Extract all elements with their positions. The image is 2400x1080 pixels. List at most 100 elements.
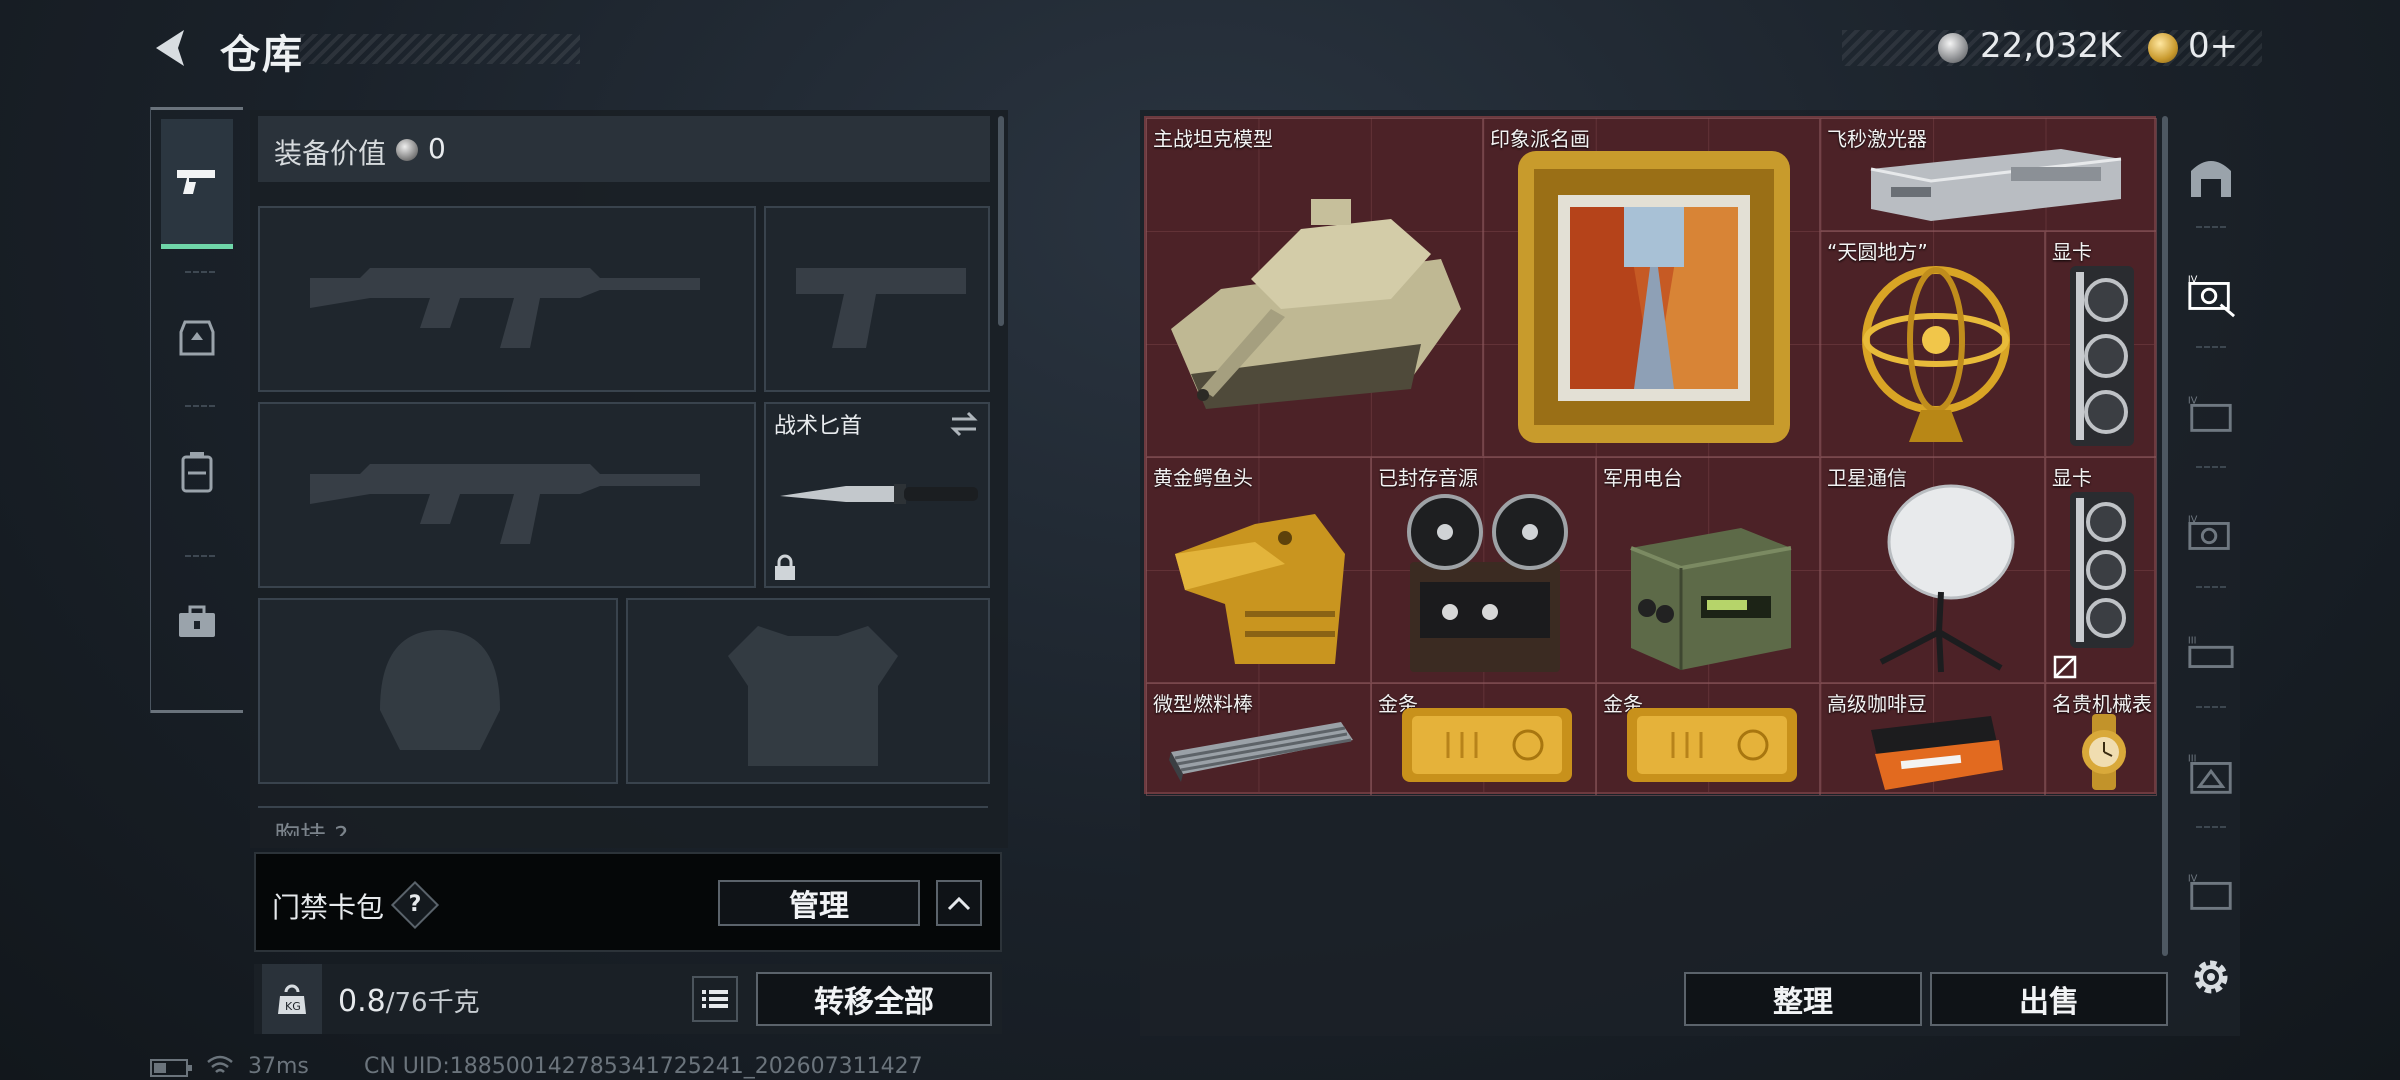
knife-slot[interactable]: 战术匕首 — [764, 402, 990, 588]
weight-readout: 0.8/76千克 — [338, 982, 480, 1019]
keycard-wallet-label: 门禁卡包 — [272, 891, 385, 924]
list-icon — [702, 990, 728, 1008]
weight-max: /76千克 — [385, 988, 480, 1018]
stash-box-icon: IV — [2188, 873, 2232, 910]
stash-page-tab[interactable]: IV — [2186, 510, 2236, 560]
golden-crocodile-icon — [1175, 514, 1345, 664]
reel-to-reel-icon — [1407, 494, 1568, 672]
equipment-value-label: 装备价值 — [274, 137, 387, 170]
silver-coin-icon — [1938, 33, 1968, 63]
helmet-silhouette-icon — [380, 630, 500, 750]
svg-text:KG: KG — [285, 1000, 301, 1013]
tab-armor[interactable] — [161, 273, 233, 403]
stash-item-military-radio[interactable]: 军用电台 — [1596, 457, 1820, 683]
stash-page-4-tab[interactable]: IV — [2186, 270, 2236, 320]
stash-item-golden-crocodile-head[interactable]: 黄金鳄鱼头 — [1146, 457, 1371, 683]
svg-text:IV: IV — [2188, 275, 2198, 286]
stash-grid: 主战坦克模型 印象派名画 飞秒激光器 “天圆地方” 显卡 黄金鳄鱼头 已封存音源… — [1144, 116, 2157, 796]
chevron-up-icon — [947, 896, 971, 911]
stash-page-tab[interactable]: III — [2186, 750, 2236, 800]
tab-medical[interactable] — [161, 557, 233, 687]
stash-page-tab[interactable]: IV — [2186, 868, 2236, 918]
stash-item-armillary-sphere[interactable]: “天圆地方” — [1820, 231, 2045, 457]
stash-item-impressionist-painting[interactable]: 印象派名画 — [1483, 118, 1820, 457]
loadout-scrollbar[interactable] — [998, 116, 1004, 326]
manage-button[interactable]: 管理 — [718, 880, 920, 926]
lock-icon — [775, 554, 795, 580]
item-label: 显卡 — [2052, 240, 2092, 264]
svg-text:III: III — [2188, 754, 2197, 765]
stash-page-tab[interactable]: IV — [2186, 390, 2236, 440]
stash-item-gold-bar[interactable]: 金条 — [1371, 683, 1596, 796]
pistol-silhouette-icon — [796, 268, 966, 348]
uid-readout: CN UID:1885001427853417252​41_2026073114… — [364, 1054, 923, 1079]
settings-button[interactable] — [2186, 952, 2236, 1002]
satellite-dish-icon — [1879, 484, 2015, 673]
item-label: 黄金鳄鱼头 — [1153, 466, 1253, 490]
stash-page-tab[interactable]: III — [2186, 630, 2236, 680]
gold-amount[interactable]: 0+ — [2188, 26, 2238, 66]
battery-icon — [150, 1059, 192, 1077]
knife-label: 战术匕首 — [774, 414, 863, 439]
back-button[interactable] — [150, 26, 194, 70]
transfer-all-button[interactable]: 转移全部 — [756, 972, 992, 1026]
stash-home-tab[interactable] — [2186, 152, 2236, 202]
graphics-card-icon — [2070, 266, 2134, 446]
svg-text:IV: IV — [2188, 873, 2198, 884]
stash-item-graphics-card[interactable]: 显卡 — [2045, 231, 2157, 457]
weight-icon: KG — [262, 964, 322, 1034]
page-title: 仓库 — [220, 32, 304, 78]
silver-amount: 22,032K — [1980, 26, 2122, 66]
tab-weapons[interactable] — [161, 119, 233, 249]
stash-item-satellite-communication[interactable]: 卫星通信 — [1820, 457, 2045, 683]
gold-bar-icon — [1627, 708, 1797, 782]
stash-item-luxury-watch[interactable]: 名贵机械表 — [2045, 683, 2157, 796]
stash-item-tank-model[interactable]: 主战坦克模型 — [1146, 118, 1483, 457]
swap-icon[interactable] — [948, 410, 980, 438]
stash-item-graphics-card[interactable]: 显卡 — [2045, 457, 2157, 683]
silver-coin-icon — [396, 139, 418, 161]
sell-button[interactable]: 出售 — [1930, 972, 2168, 1026]
stash-item-premium-coffee-beans[interactable]: 高级咖啡豆 — [1820, 683, 2045, 796]
coffee-bag-icon — [1871, 716, 2003, 790]
laser-device-icon — [1870, 149, 2122, 221]
item-label: 主战坦克模型 — [1153, 127, 1273, 151]
stash-item-sealed-audio-source[interactable]: 已封存音源 — [1371, 457, 1596, 683]
item-label: 军用电台 — [1603, 466, 1683, 490]
list-view-button[interactable] — [692, 976, 738, 1022]
backpack-icon — [181, 452, 213, 493]
weight-current: 0.8 — [338, 984, 386, 1019]
item-label: 已封存音源 — [1378, 466, 1478, 490]
svg-text:IV: IV — [2188, 395, 2198, 406]
toolbox-icon — [179, 605, 215, 637]
title-decoration — [300, 34, 580, 64]
kettlebell-icon: KG — [278, 984, 306, 1014]
pistol-icon — [177, 169, 215, 194]
stash-item-gold-bar[interactable]: 金条 — [1596, 683, 1820, 796]
equipment-value: 0 — [428, 132, 446, 165]
expand-button[interactable] — [936, 880, 982, 926]
stash-box-icon: IV — [2188, 515, 2230, 550]
secondary-weapon-slot[interactable] — [764, 206, 990, 392]
helmet-slot[interactable] — [258, 598, 618, 784]
painting-icon — [1518, 151, 1790, 443]
vest-silhouette-icon — [728, 626, 898, 766]
tab-backpack[interactable] — [161, 407, 233, 537]
stash-box-icon: III — [2188, 635, 2234, 668]
body-armor-slot[interactable] — [626, 598, 990, 784]
sort-button[interactable]: 整理 — [1684, 972, 1922, 1026]
rotated-icon — [2053, 655, 2077, 679]
backup-weapon-slot[interactable] — [258, 402, 756, 588]
stash-item-femtosecond-laser[interactable]: 飞秒激光器 — [1820, 118, 2157, 231]
svg-text:IV: IV — [2188, 515, 2198, 526]
loadout-tab-strip — [150, 107, 243, 713]
gold-bar-icon — [1402, 708, 1572, 782]
primary-weapon-slot[interactable] — [258, 206, 756, 392]
gear-icon — [2194, 960, 2228, 994]
stash-item-micro-fuel-rod[interactable]: 微型燃料棒 — [1146, 683, 1371, 796]
ping-readout: 37ms — [248, 1054, 309, 1079]
help-mark: ? — [408, 892, 422, 917]
stash-box-icon: IV — [2188, 275, 2236, 318]
graphics-card-icon — [2070, 492, 2134, 648]
stash-scrollbar[interactable] — [2162, 116, 2168, 956]
